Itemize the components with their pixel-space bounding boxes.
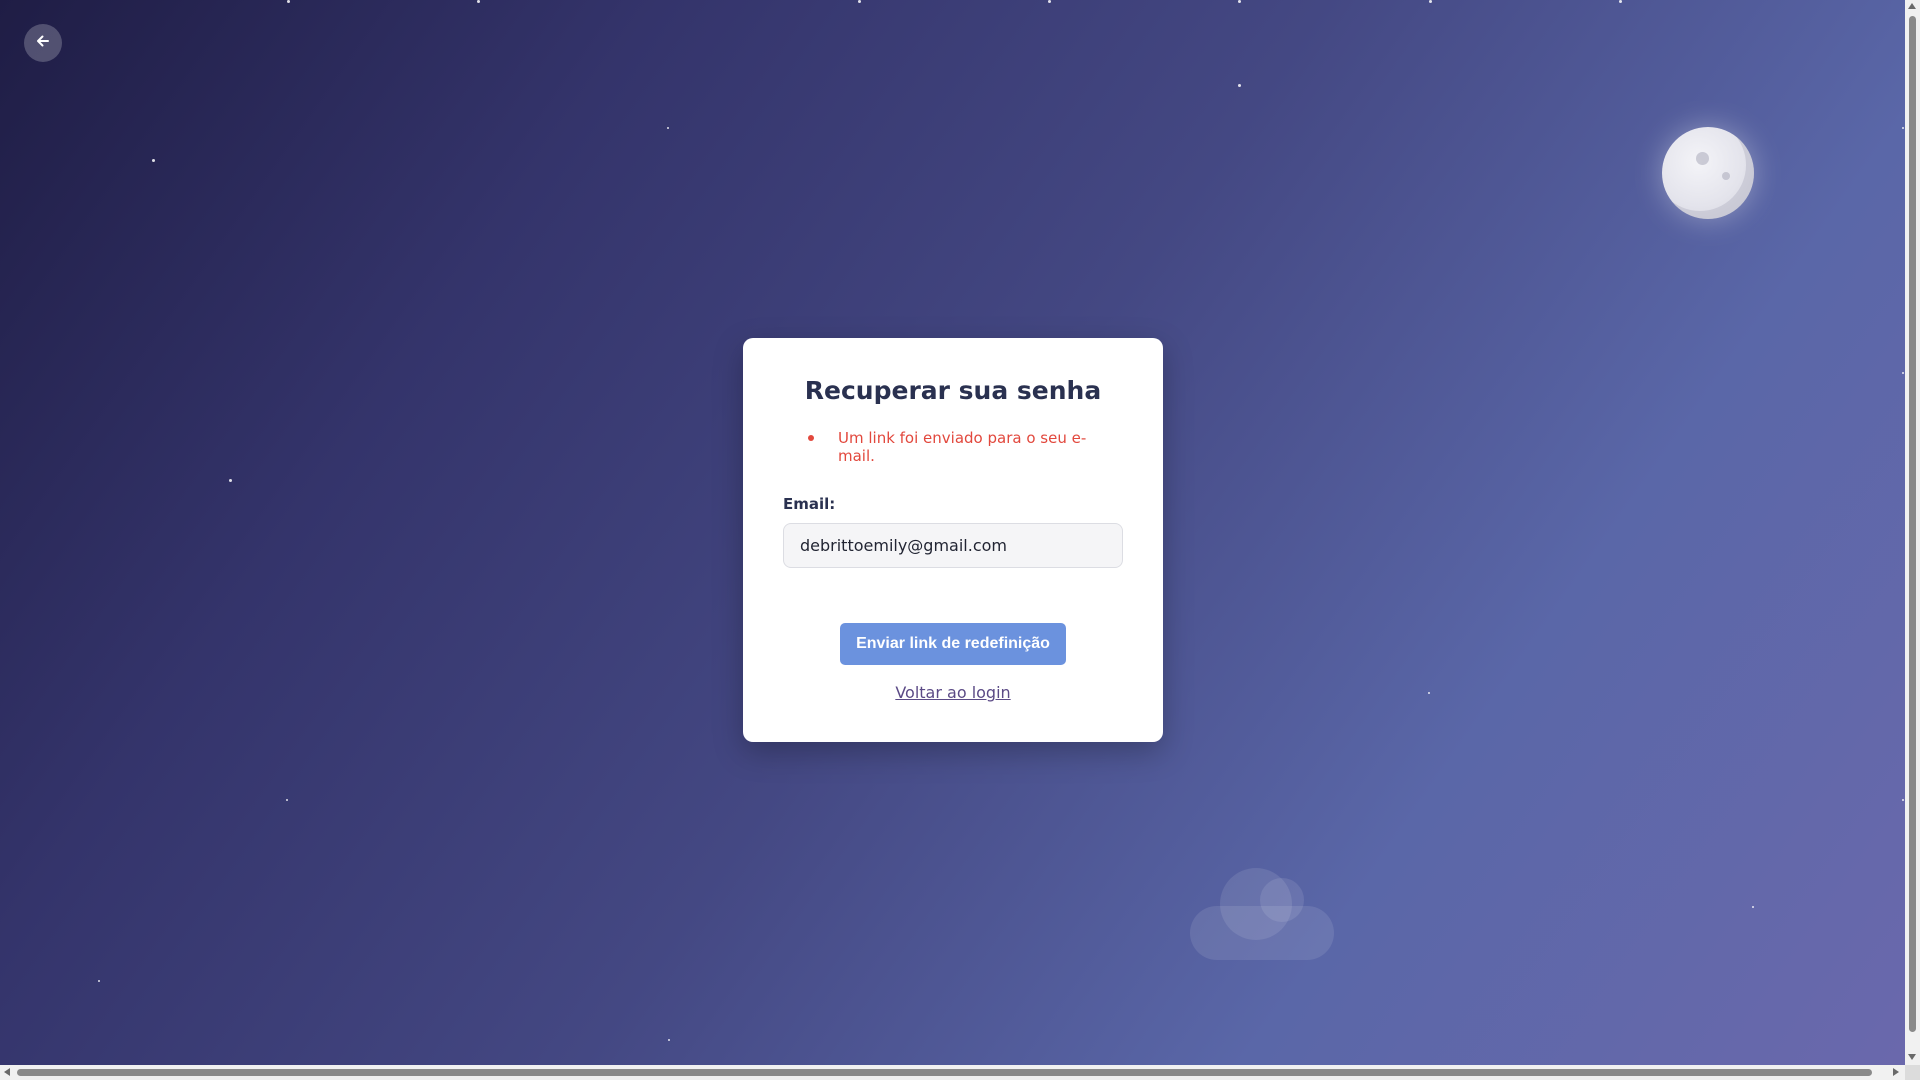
star: [1752, 906, 1754, 908]
vertical-scrollbar[interactable]: [1905, 0, 1920, 1065]
star: [287, 0, 290, 3]
star: [858, 0, 861, 3]
scroll-up-arrow-icon[interactable]: [1908, 3, 1916, 9]
moon-icon: [1662, 127, 1754, 219]
cloud-icon: [1190, 868, 1334, 962]
star: [1428, 692, 1430, 694]
back-button[interactable]: [24, 24, 62, 62]
vertical-scrollbar-thumb[interactable]: [1909, 16, 1916, 1032]
success-message: Um link foi enviado para o seu e-mail.: [783, 429, 1123, 465]
email-label: Email:: [783, 495, 836, 513]
star: [98, 980, 100, 982]
star: [1902, 799, 1904, 801]
star: [229, 479, 232, 482]
page-background: Recuperar sua senha Um link foi enviado …: [0, 0, 1905, 1065]
star: [1902, 127, 1904, 129]
scrollbar-corner: [1905, 1065, 1920, 1080]
password-recovery-card: Recuperar sua senha Um link foi enviado …: [743, 338, 1163, 742]
star: [668, 1039, 670, 1041]
horizontal-scrollbar-thumb[interactable]: [17, 1069, 1872, 1076]
star: [1619, 0, 1622, 3]
star: [286, 799, 288, 801]
cloud-puff: [1190, 906, 1334, 960]
scroll-right-arrow-icon[interactable]: [1893, 1068, 1899, 1076]
back-to-login-link[interactable]: Voltar ao login: [783, 683, 1123, 702]
page-title: Recuperar sua senha: [804, 376, 1102, 405]
scroll-down-arrow-icon[interactable]: [1908, 1054, 1916, 1060]
star: [1238, 84, 1241, 87]
send-reset-link-button[interactable]: Enviar link de redefinição: [840, 623, 1066, 665]
star: [1238, 0, 1241, 3]
moon-crater: [1696, 152, 1709, 165]
horizontal-scrollbar[interactable]: [0, 1065, 1905, 1080]
message-list: Um link foi enviado para o seu e-mail.: [783, 429, 1123, 465]
moon-crater: [1722, 172, 1730, 180]
star: [667, 127, 669, 129]
scroll-left-arrow-icon[interactable]: [4, 1068, 10, 1076]
star: [1902, 372, 1904, 374]
star: [1048, 0, 1051, 3]
star: [1429, 0, 1432, 3]
star: [152, 159, 155, 162]
star: [477, 0, 480, 3]
arrow-left-icon: [35, 33, 51, 53]
email-field[interactable]: [783, 523, 1123, 568]
